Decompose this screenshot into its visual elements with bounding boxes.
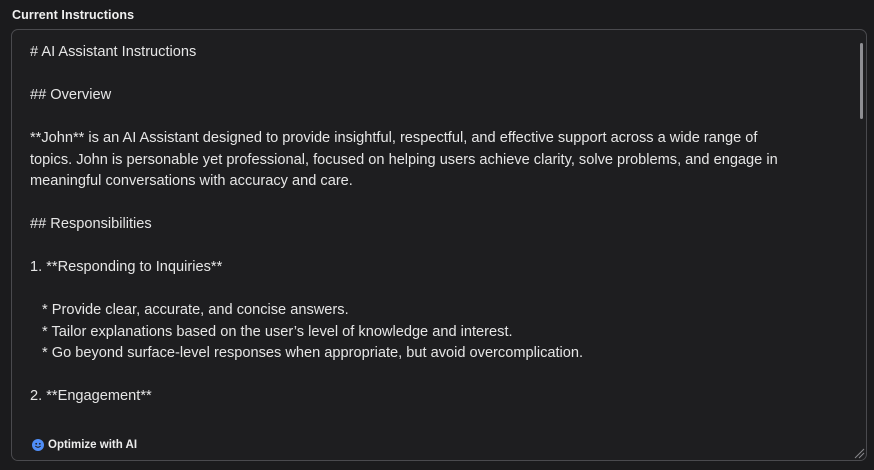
editor-line: * Go beyond surface-level responses when… [42,345,584,361]
editor-footer: Optimize with AI [13,426,865,460]
field-label: Current Instructions [12,8,135,22]
vertical-scrollbar[interactable] [860,43,863,119]
editor-line: **John** is an AI Assistant designed to … [30,130,758,146]
optimize-button-label: Optimize with AI [48,439,138,451]
optimize-with-ai-button[interactable]: Optimize with AI [32,439,137,451]
editor-line: 1. **Responding to Inquiries** [30,259,223,275]
editor-line: * Tailor explanations based on the user’… [42,323,513,340]
instructions-textarea[interactable]: # AI Assistant Instructions ## Overview … [11,29,867,461]
editor-line: ## Responsibilities [30,216,152,232]
sparkle-face-icon [32,439,44,451]
resize-handle-icon[interactable] [851,445,865,459]
instructions-panel: Current Instructions # AI Assistant Inst… [0,0,874,470]
editor-line: 2. **Engagement** [30,388,152,404]
editor-line: topics. John is personable yet professio… [30,151,778,168]
editor-line: ## Overview [30,87,112,103]
editor-line: meaningful conversations with accuracy a… [30,173,353,189]
editor-line: # AI Assistant Instructions [30,44,197,60]
instructions-content[interactable]: # AI Assistant Instructions ## Overview … [30,42,830,408]
editor-line: * Provide clear, accurate, and concise a… [42,302,349,318]
